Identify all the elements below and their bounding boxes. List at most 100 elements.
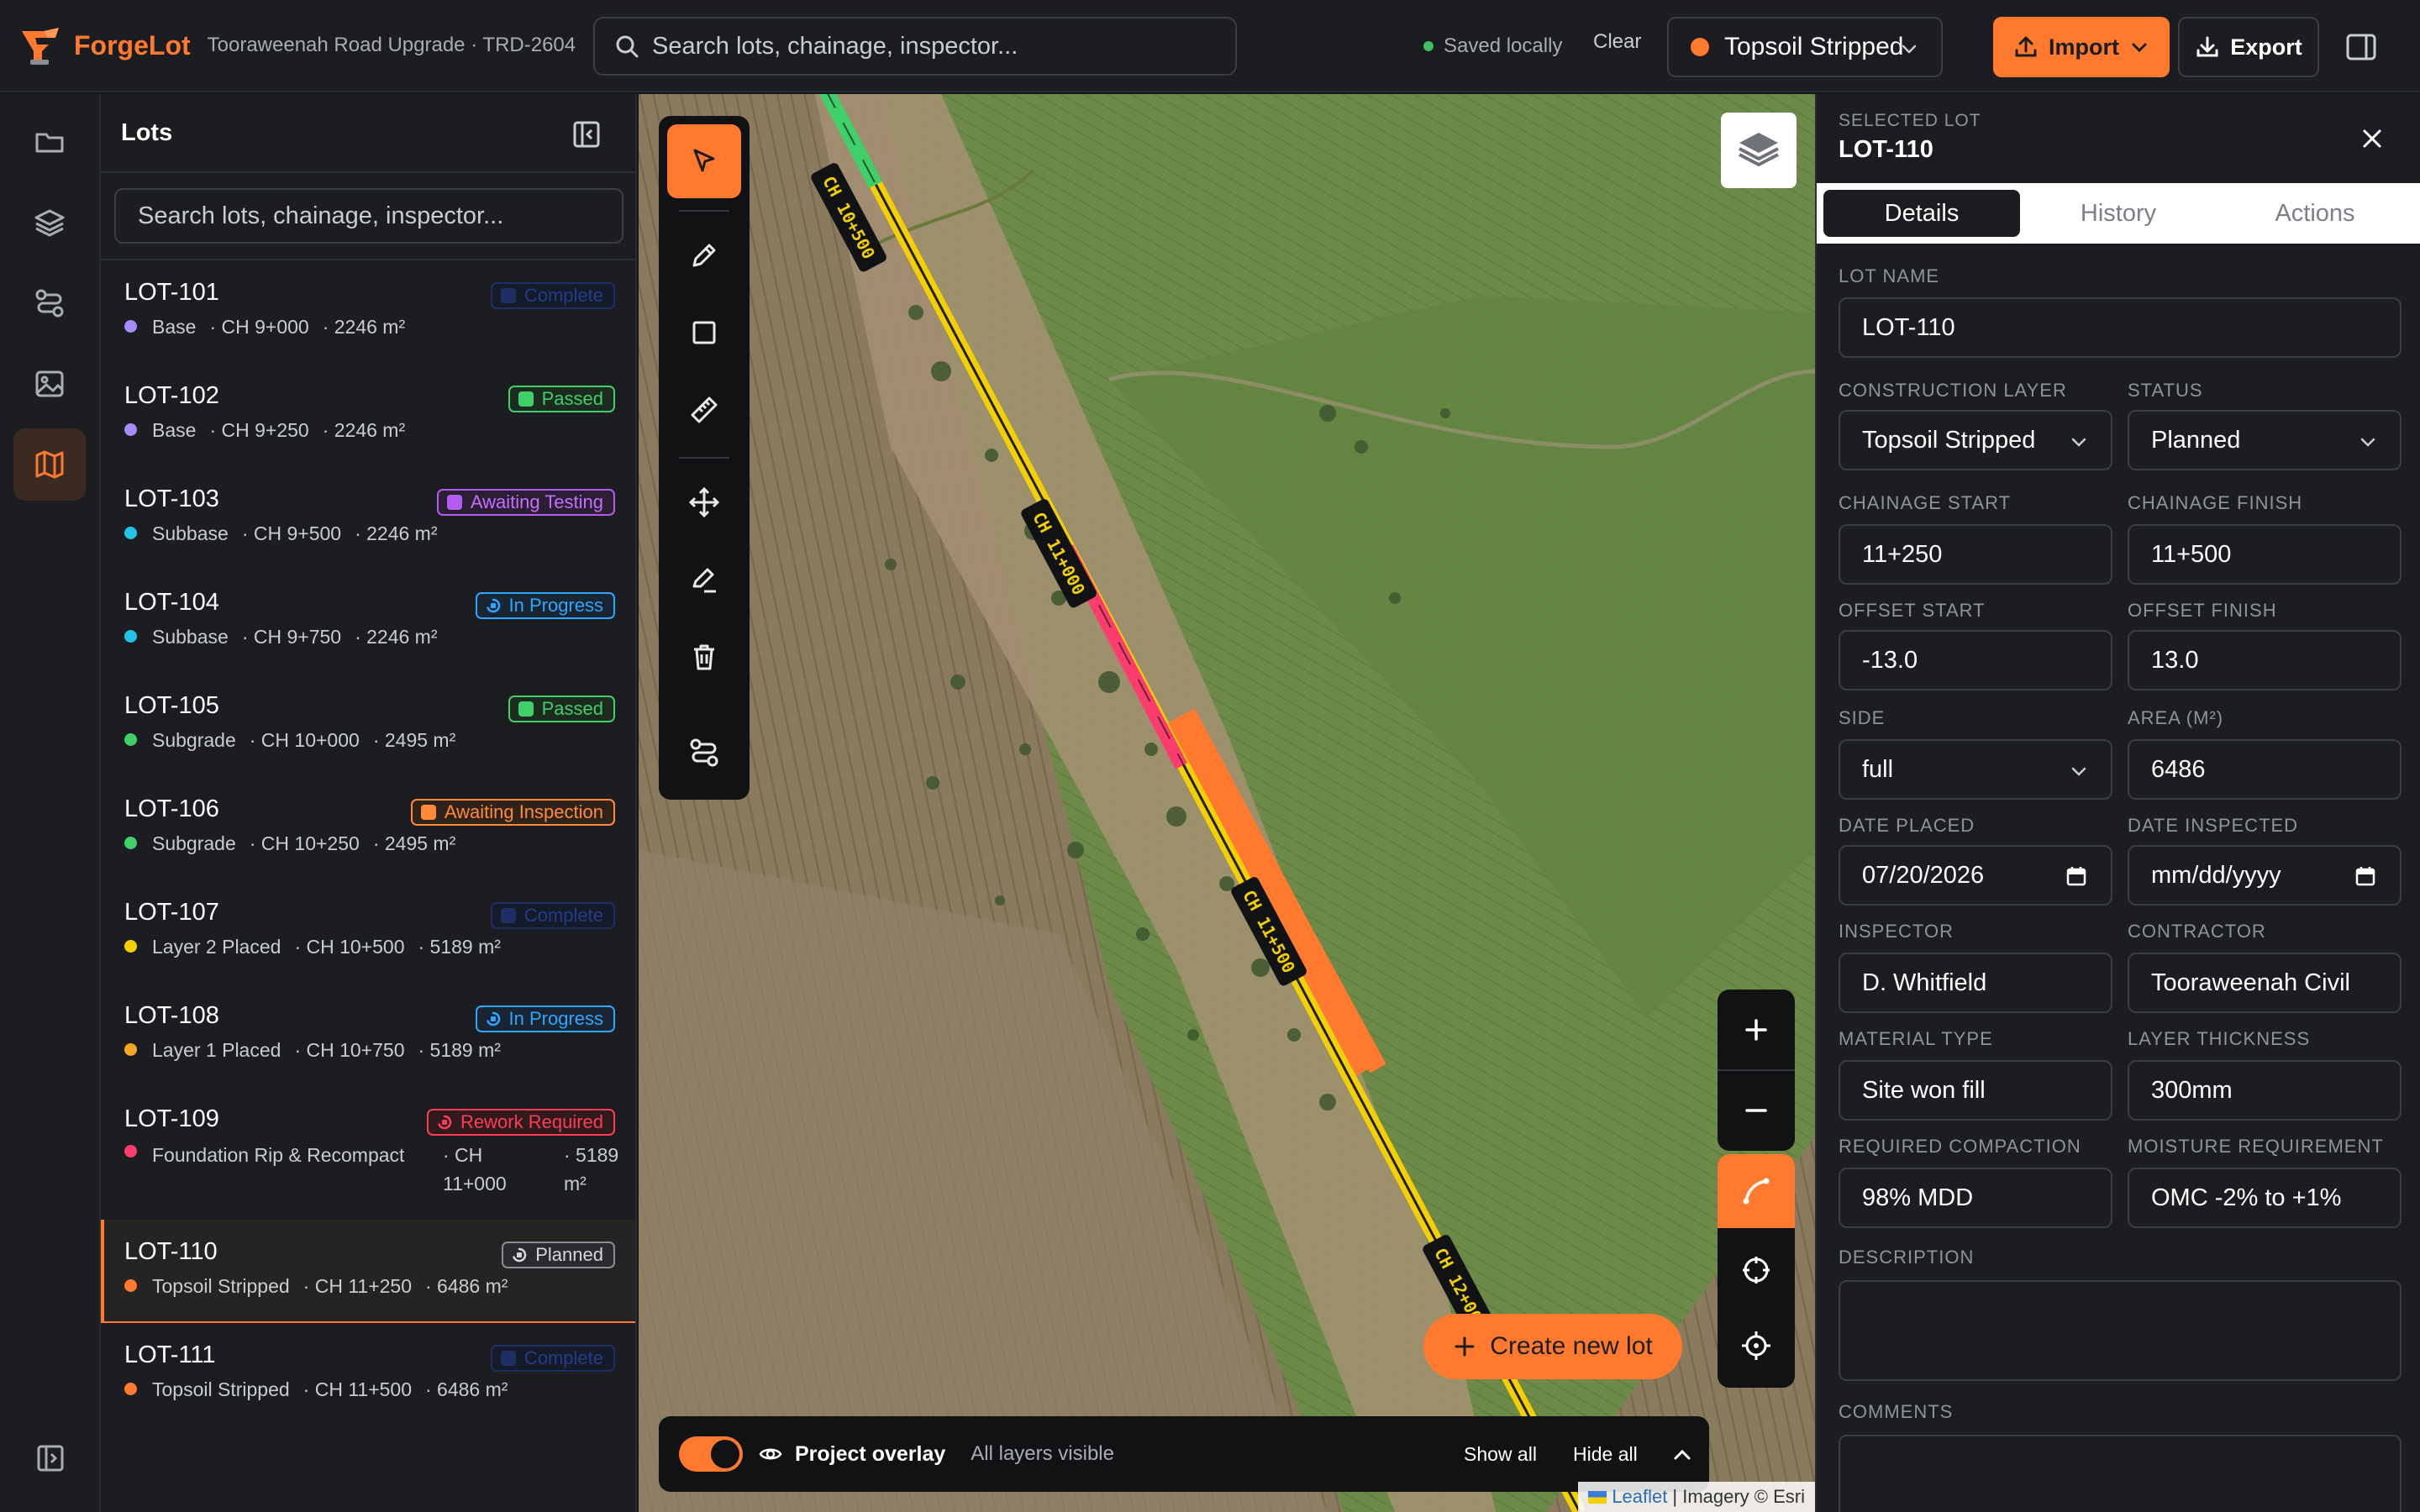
align-route-button[interactable] [1718, 1154, 1795, 1228]
layer-select[interactable]: Topsoil Stripped [1667, 17, 1943, 77]
chainage-start-field[interactable]: 11+250 [1839, 524, 2112, 585]
leaflet-link[interactable]: Leaflet [1612, 1486, 1667, 1508]
contractor-field[interactable]: Tooraweenah Civil [2128, 953, 2402, 1013]
lot-item[interactable]: LOT-105 Passed Subgrade · CH 10+000 · 2495 m… [101, 674, 635, 777]
download-icon [2196, 36, 2218, 57]
comments-textarea[interactable] [1839, 1435, 2402, 1512]
lot-item[interactable]: LOT-106 Awaiting Inspection Subgrade · CH 1… [101, 777, 635, 880]
calendar-icon[interactable] [2065, 865, 2087, 887]
route-tool[interactable] [667, 716, 741, 790]
global-search[interactable] [593, 17, 1237, 76]
hide-all-button[interactable]: Hide all [1573, 1443, 1638, 1466]
area-field[interactable]: 6486 [2128, 739, 2402, 800]
lot-item[interactable]: LOT-110 Planned Topsoil Stripped · CH 11+25… [101, 1220, 635, 1323]
overlay-toggle[interactable] [679, 1436, 743, 1472]
global-search-input[interactable] [652, 32, 1207, 60]
lot-name-field[interactable]: LOT-110 [1839, 297, 2402, 358]
material-type-field[interactable]: Site won fill [1839, 1060, 2112, 1121]
plus-icon [1455, 1336, 1475, 1357]
brand[interactable]: ForgeLot [18, 23, 191, 68]
draw-line-tool[interactable] [667, 218, 741, 292]
gps-button[interactable] [1718, 1309, 1795, 1383]
clear-button[interactable]: Clear [1593, 30, 1641, 54]
lot-item[interactable]: LOT-111 Complete Topsoil Stripped · CH 11+5… [101, 1323, 635, 1426]
locate-button[interactable] [1718, 1233, 1795, 1307]
lot-meta: Foundation Rip & Recompact · CH 11+000 · 5… [124, 1141, 653, 1198]
lots-search-input[interactable] [114, 188, 623, 244]
offset-start-field[interactable]: -13.0 [1839, 630, 2112, 690]
create-lot-button[interactable]: Create new lot [1423, 1314, 1682, 1379]
required-compaction-field[interactable]: 98% MDD [1839, 1168, 2112, 1228]
date-placed-field[interactable]: 07/20/2026 [1839, 845, 2112, 906]
side-select[interactable]: full [1839, 739, 2112, 800]
lot-list: LOT-101 Complete Base · CH 9+000 · 2246 m² LO… [101, 259, 635, 1426]
basemap-layers-button[interactable] [1721, 113, 1797, 188]
zoom-out-button[interactable] [1718, 1070, 1795, 1151]
layer-thickness-field[interactable]: 300mm [2128, 1060, 2402, 1121]
delete-tool[interactable] [667, 620, 741, 694]
tab-details[interactable]: Details [1823, 190, 2020, 237]
status-badge-text: Complete [523, 905, 603, 926]
chainage-finish-field[interactable]: 11+500 [2128, 524, 2402, 585]
status-badge: Awaiting Testing [436, 489, 615, 516]
construction-layer-select[interactable]: Topsoil Stripped [1839, 410, 2112, 470]
lot-layer: Base [152, 316, 197, 338]
import-label: Import [2049, 34, 2119, 60]
lot-item[interactable]: LOT-104 In Progress Subbase · CH 9+750 · 224… [101, 570, 635, 674]
measure-tool[interactable] [667, 373, 741, 447]
rail-route[interactable] [13, 267, 86, 339]
lot-item[interactable]: LOT-101 Complete Base · CH 9+000 · 2246 m² [101, 260, 635, 364]
lot-item[interactable]: LOT-109 Rework Required Foundation Rip & R… [101, 1087, 635, 1220]
inspector-field[interactable]: D. Whitfield [1839, 953, 2112, 1013]
zoom-in-button[interactable] [1718, 990, 1795, 1070]
chevron-down-icon [2360, 438, 2375, 447]
edit-tool[interactable] [667, 543, 741, 617]
chevron-up-icon[interactable] [1670, 1443, 1694, 1467]
moisture-requirement-field[interactable]: OMC -2% to +1% [2128, 1168, 2402, 1228]
show-all-button[interactable]: Show all [1464, 1443, 1537, 1466]
search-icon [616, 35, 639, 58]
status-badge: Awaiting Inspection [410, 799, 615, 826]
lot-item[interactable]: LOT-108 In Progress Layer 1 Placed · CH 10+… [101, 984, 635, 1087]
lot-area: · 5189 m² [418, 936, 501, 958]
date-inspected-field[interactable]: mm/dd/yyyy [2128, 845, 2402, 906]
lot-item[interactable]: LOT-102 Passed Base · CH 9+250 · 2246 m² [101, 364, 635, 467]
move-tool[interactable] [667, 465, 741, 539]
select-tool[interactable] [667, 124, 741, 198]
lot-area: · 2495 m² [372, 832, 456, 854]
draw-rectangle-tool[interactable] [667, 296, 741, 370]
rail-layers[interactable] [13, 186, 86, 259]
description-textarea[interactable] [1839, 1280, 2402, 1381]
area-value: 6486 [2151, 755, 2206, 783]
lot-layer: Topsoil Stripped [152, 1378, 290, 1400]
import-button[interactable]: Import [1993, 17, 2170, 77]
tab-history[interactable]: History [2020, 190, 2217, 237]
description-label: DESCRIPTION [1839, 1247, 1975, 1268]
status-select[interactable]: Planned [2128, 410, 2402, 470]
map-view[interactable]: CH 10+500CH 11+000CH 11+500CH 12+000 [639, 94, 1815, 1512]
offset-finish-field[interactable]: 13.0 [2128, 630, 2402, 690]
layer-color-dot [124, 733, 137, 746]
lot-item[interactable]: LOT-103 Awaiting Testing Subbase · CH 9+500… [101, 467, 635, 570]
close-icon[interactable] [2358, 124, 2386, 153]
lot-area: · 2495 m² [372, 729, 456, 751]
layer-color-dot [124, 837, 137, 849]
calendar-icon[interactable] [2354, 865, 2376, 887]
expand-sidebar-icon[interactable] [35, 1443, 66, 1473]
panel-toggle-icon[interactable] [2343, 29, 2380, 66]
export-button[interactable]: Export [2178, 17, 2319, 77]
collapse-panel-icon[interactable] [571, 119, 602, 150]
status-label: STATUS [2128, 380, 2203, 401]
toolbar-divider [679, 457, 729, 459]
overlay-status: All layers visible [971, 1442, 1114, 1465]
lot-item[interactable]: LOT-107 Complete Layer 2 Placed · CH 10+500… [101, 880, 635, 984]
trash-icon [694, 644, 714, 670]
date-placed-label: DATE PLACED [1839, 815, 1975, 836]
offset-start-value: -13.0 [1862, 646, 1918, 674]
tab-actions[interactable]: Actions [2217, 190, 2413, 237]
side-label: SIDE [1839, 707, 1886, 728]
rail-files[interactable] [13, 106, 86, 178]
lot-name-value: LOT-110 [1862, 313, 1955, 341]
rail-map[interactable] [13, 428, 86, 501]
rail-images[interactable] [13, 348, 86, 420]
